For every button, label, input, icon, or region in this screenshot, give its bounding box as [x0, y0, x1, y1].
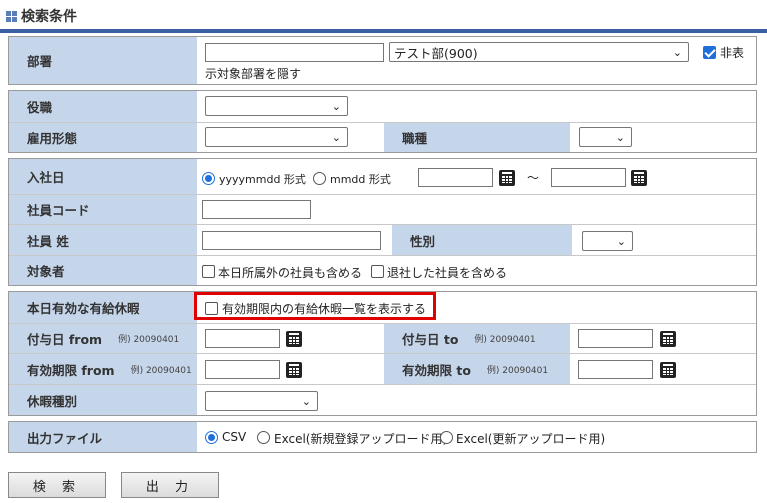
- calendar-icon[interactable]: [631, 170, 647, 186]
- expiry-to-label-text: 有効期限 to: [402, 362, 471, 378]
- position-select[interactable]: ⌄: [205, 96, 348, 116]
- job-type-select[interactable]: ⌄: [579, 127, 632, 147]
- format-yyyymmdd-radio[interactable]: [202, 172, 215, 185]
- chevron-down-icon: ⌄: [616, 235, 626, 248]
- employee-code-input[interactable]: [202, 200, 311, 219]
- calendar-icon[interactable]: [660, 362, 676, 378]
- chevron-down-icon: ⌄: [672, 46, 682, 59]
- grant-date-from-example: 例) 20090401: [118, 335, 180, 345]
- hide-inactive-dept-label-1: 非表: [720, 46, 745, 60]
- hide-inactive-dept-checkbox[interactable]: [703, 46, 716, 59]
- include-other-dept-checkbox[interactable]: [202, 265, 215, 278]
- format-mmdd-radio[interactable]: [313, 172, 326, 185]
- output-csv-radio[interactable]: [205, 431, 218, 444]
- grant-date-to-label-text: 付与日 to: [402, 332, 459, 347]
- leave-type-select[interactable]: ⌄: [205, 391, 318, 411]
- grant-date-to-example: 例) 20090401: [474, 335, 536, 345]
- grant-date-to-input[interactable]: [578, 329, 653, 348]
- paid-leave-label: 本日有効な有給休暇: [9, 292, 197, 323]
- output-excel-update-label: Excel(更新アップロード用): [456, 432, 606, 446]
- output-excel-new-label: Excel(新規登録アップロード用): [274, 432, 448, 446]
- output-csv-label: CSV: [222, 430, 247, 444]
- output-file-label: 出力ファイル: [9, 422, 197, 452]
- job-type-label: 職種: [384, 123, 570, 152]
- expiry-from-label: 有効期限 from 例) 20090401: [9, 354, 197, 384]
- expiry-from-label-text: 有効期限 from: [27, 362, 115, 378]
- gender-label: 性別: [392, 225, 572, 255]
- calendar-icon[interactable]: [286, 331, 302, 347]
- output-excel-new-radio[interactable]: [257, 431, 270, 444]
- employee-surname-input[interactable]: [202, 231, 381, 250]
- department-select-value: テスト部(900): [394, 45, 478, 61]
- output-excel-update-radio[interactable]: [440, 431, 453, 444]
- format-mmdd-label: mmdd 形式: [330, 173, 391, 186]
- expiry-to-example: 例) 20090401: [486, 365, 549, 376]
- page-header: 検索条件: [6, 6, 77, 26]
- department-code-input[interactable]: [205, 43, 384, 62]
- grant-date-from-label: 付与日 from 例) 20090401: [9, 324, 197, 353]
- expiry-to-label: 有効期限 to 例) 20090401: [384, 354, 570, 384]
- expiry-to-input[interactable]: [578, 360, 653, 379]
- search-button[interactable]: 検 索: [8, 472, 106, 498]
- gender-select[interactable]: ⌄: [582, 231, 633, 251]
- include-retired-label: 退社した社員を含める: [387, 266, 508, 280]
- employment-type-label: 雇用形態: [9, 123, 197, 152]
- employment-type-select[interactable]: ⌄: [205, 127, 348, 147]
- calendar-icon[interactable]: [660, 331, 676, 347]
- section-position: 役職 ⌄ 雇用形態 ⌄ 職種 ⌄: [8, 90, 757, 153]
- target-label: 対象者: [9, 256, 197, 285]
- hire-date-label: 入社日: [9, 159, 197, 194]
- department-label: 部署: [9, 37, 197, 84]
- section-department: 部署 テスト部(900) ⌄ 非表 示対象部署を隠す: [8, 36, 757, 85]
- grant-date-to-label: 付与日 to 例) 20090401: [384, 324, 570, 353]
- employee-code-label: 社員コード: [9, 195, 197, 224]
- include-retired-checkbox[interactable]: [371, 265, 384, 278]
- hire-date-to-input[interactable]: [551, 168, 626, 187]
- expiry-from-example: 例) 20090401: [130, 365, 192, 376]
- section-output-file: 出力ファイル CSV Excel(新規登録アップロード用) Excel(更新アッ…: [8, 421, 757, 453]
- page-title: 検索条件: [21, 9, 77, 25]
- chevron-down-icon: ⌄: [331, 131, 341, 144]
- hire-date-from-input[interactable]: [418, 168, 493, 187]
- position-label: 役職: [9, 91, 197, 122]
- chevron-down-icon: ⌄: [615, 131, 625, 144]
- format-yyyymmdd-label: yyyymmdd 形式: [219, 173, 306, 186]
- grant-date-from-input[interactable]: [205, 329, 280, 348]
- grant-date-from-label-text: 付与日 from: [27, 332, 103, 347]
- hide-inactive-dept-label-2: 示対象部署を隠す: [205, 67, 302, 81]
- chevron-down-icon: ⌄: [301, 395, 311, 408]
- range-separator: 〜: [527, 171, 540, 185]
- output-button[interactable]: 出 力: [121, 472, 219, 498]
- leave-type-label: 休暇種別: [9, 385, 197, 415]
- highlight-box: [194, 292, 436, 320]
- employee-surname-label: 社員 姓: [9, 225, 197, 255]
- section-employee: 入社日 yyyymmdd 形式 mmdd 形式 〜 社員コード 社員 姓 性別 …: [8, 158, 757, 286]
- calendar-icon[interactable]: [286, 362, 302, 378]
- expiry-from-input[interactable]: [205, 360, 280, 379]
- header-divider: [0, 29, 767, 33]
- include-other-dept-label: 本日所属外の社員も含める: [218, 266, 363, 280]
- department-select[interactable]: テスト部(900) ⌄: [389, 42, 689, 62]
- chevron-down-icon: ⌄: [331, 100, 341, 113]
- calendar-icon[interactable]: [499, 170, 515, 186]
- grid-icon: [6, 10, 17, 22]
